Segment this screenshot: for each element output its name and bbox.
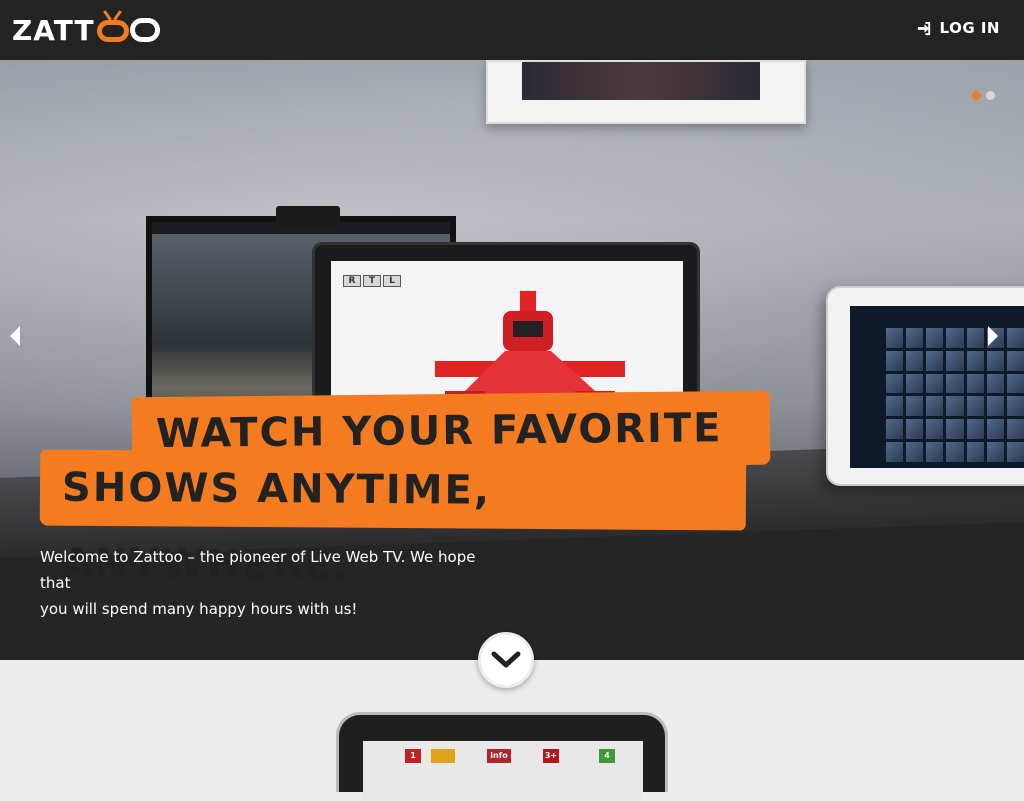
hero-slider: RTL WATCH YOUR FAVORITE SHOWS ANYTIME, A… bbox=[0, 60, 1024, 660]
channel-logo: 3+ bbox=[543, 749, 559, 763]
channel-logo: 1 bbox=[405, 749, 421, 763]
zattoo-logo[interactable]: ZATT bbox=[12, 10, 160, 48]
sign-in-icon bbox=[917, 21, 930, 35]
rtl-channel-logo: RTL bbox=[343, 275, 401, 287]
tablet-preview-image: 1 info 3+ 4 bbox=[336, 712, 668, 801]
slider-next-arrow-icon[interactable] bbox=[984, 324, 1002, 348]
logo-text: ZATT bbox=[12, 13, 95, 47]
channel-logo: info bbox=[487, 749, 511, 763]
login-button[interactable]: LOG IN bbox=[917, 19, 1000, 37]
channel-logo bbox=[431, 749, 455, 763]
channel-logo: 4 bbox=[599, 749, 615, 763]
slider-dot-1[interactable] bbox=[972, 91, 981, 100]
tablet-image bbox=[826, 286, 1024, 486]
logo-o-icon bbox=[129, 18, 160, 42]
intro-line-2: you will spend many happy hours with us! bbox=[40, 600, 358, 618]
logo-tv-icon bbox=[96, 10, 129, 42]
top-header: ZATT LOG IN bbox=[0, 0, 1024, 60]
slider-pagination bbox=[972, 91, 995, 100]
login-label: LOG IN bbox=[939, 19, 1000, 37]
scroll-down-button[interactable] bbox=[478, 632, 534, 688]
wall-photo-frame bbox=[486, 60, 806, 124]
hero-intro-text: Welcome to Zattoo – the pioneer of Live … bbox=[40, 544, 500, 622]
intro-line-1: Welcome to Zattoo – the pioneer of Live … bbox=[40, 548, 476, 592]
slider-dot-2[interactable] bbox=[986, 91, 995, 100]
webcam-image bbox=[276, 206, 340, 226]
chevron-down-icon bbox=[491, 651, 521, 668]
slider-prev-arrow-icon[interactable] bbox=[6, 324, 24, 348]
headline-line-2: SHOWS ANYTIME, ANYWHERE. bbox=[39, 449, 747, 589]
